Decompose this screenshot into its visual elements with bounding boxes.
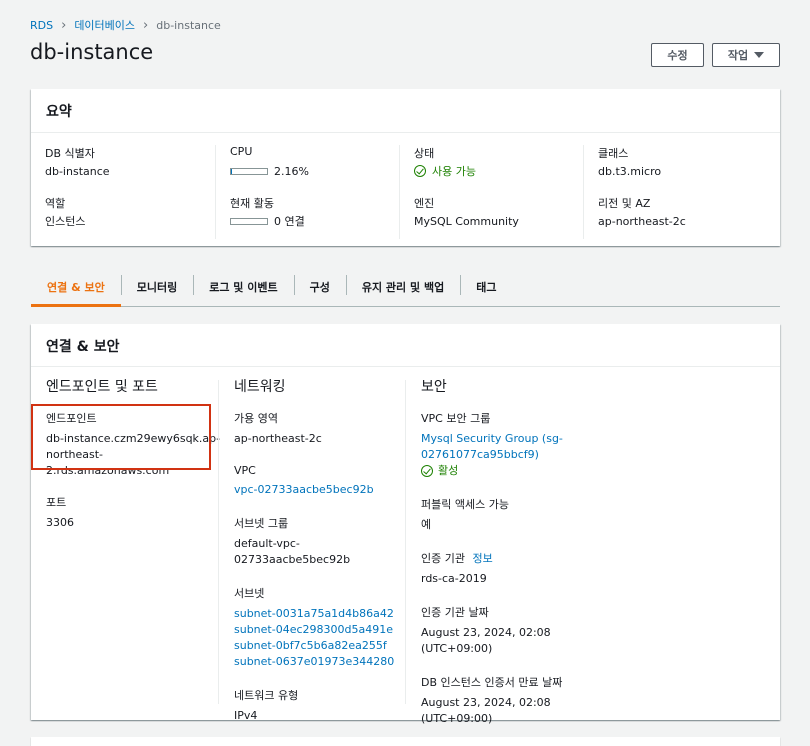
identifier-value: db-instance [45, 164, 110, 178]
breadcrumb-current: db-instance [156, 18, 221, 32]
cpu-label: CPU [230, 145, 253, 158]
next-panel [31, 737, 780, 746]
role-label: 역할 [45, 197, 66, 210]
summary-col-identifier: DB 식별자 db-instance 역할 인스턴스 [31, 145, 215, 239]
ca-label: 인증 기관 [421, 552, 465, 565]
subnets-list: subnet-0031a75a1d4b86a42 subnet-04ec2983… [234, 606, 399, 670]
networking-column-title: 네트워킹 [234, 379, 286, 395]
tab-maintenance-backup[interactable]: 유지 관리 및 백업 [345, 268, 460, 306]
ca-date-value: August 23, 2024, 02:08 (UTC+09:00) [421, 625, 601, 657]
activity-label: 현재 활동 [230, 197, 274, 210]
public-access-label: 퍼블릭 액세스 가능 [421, 498, 509, 511]
public-access-value: 예 [421, 518, 432, 531]
summary-col-cpu: CPU 2.16% 현재 활동 0 연결 [215, 145, 399, 239]
security-group-status: 활성 [438, 464, 459, 477]
security-column-title: 보안 [421, 379, 447, 395]
tab-configuration[interactable]: 구성 [293, 268, 346, 306]
vpc-link[interactable]: vpc-02733aacbe5bec92b [234, 483, 374, 496]
check-circle-icon [414, 165, 426, 177]
subnet-group-line-1: default-vpc- [234, 537, 300, 550]
port-value: 3306 [46, 516, 74, 529]
highlight-box [31, 404, 211, 470]
page-title: db-instance [30, 40, 154, 64]
activity-progress-bar [230, 217, 268, 225]
engine-label: 엔진 [414, 197, 435, 210]
status-value: 사용 가능 [432, 165, 476, 178]
cpu-progress-bar [230, 167, 268, 175]
ca-date-label: 인증 기관 날짜 [421, 606, 489, 619]
network-type-label: 네트워크 유형 [234, 689, 299, 702]
tab-bar: 연결 & 보안 모니터링 로그 및 이벤트 구성 유지 관리 및 백업 태그 [31, 268, 780, 307]
cpu-value: 2.16% [274, 164, 309, 178]
cert-expiry-value: August 23, 2024, 02:08 (UTC+09:00) [421, 695, 601, 727]
subnet-group-line-2: 02733aacbe5bec92b [234, 553, 351, 566]
region-value: ap-northeast-2c [598, 214, 686, 228]
check-circle-icon [421, 465, 433, 477]
engine-value: MySQL Community [414, 214, 519, 228]
tab-monitoring[interactable]: 모니터링 [120, 268, 193, 306]
ca-info-link[interactable]: 정보 [472, 552, 492, 565]
port-label: 포트 [46, 496, 67, 509]
endpoint-column: 엔드포인트 및 포트 엔드포인트 db-instance.czm29ewy6sq… [31, 376, 221, 548]
subnet-link[interactable]: subnet-0031a75a1d4b86a42 [234, 606, 399, 622]
subnet-link[interactable]: subnet-0637e01973e344280 [234, 654, 399, 670]
subnet-group-label: 서브넷 그룹 [234, 517, 289, 530]
actions-button[interactable]: 작업 [712, 43, 780, 67]
activity-value: 0 연결 [274, 215, 305, 228]
role-value: 인스턴스 [45, 215, 86, 228]
cpu-progress-fill [231, 168, 232, 174]
edit-button-label: 수정 [667, 49, 688, 62]
breadcrumb-databases[interactable]: 데이터베이스 [74, 17, 135, 33]
network-type-value: IPv4 [234, 709, 258, 722]
az-value: ap-northeast-2c [234, 432, 322, 445]
class-label: 클래스 [598, 147, 629, 160]
security-group-label: VPC 보안 그룹 [421, 412, 491, 425]
connectivity-header: 연결 & 보안 [31, 324, 780, 367]
subnet-link[interactable]: subnet-04ec298300d5a491e [234, 622, 399, 638]
subnets-label: 서브넷 [234, 587, 265, 600]
security-column: 보안 VPC 보안 그룹 Mysql Security Group (sg- 0… [421, 376, 601, 744]
subnet-group-value: default-vpc- 02733aacbe5bec92b [234, 536, 399, 568]
status-label: 상태 [414, 147, 435, 160]
column-divider [218, 380, 219, 704]
summary-panel: 요약 DB 식별자 db-instance 역할 인스턴스 CPU 2.16% … [31, 89, 780, 246]
cert-expiry-line-1: August 23, 2024, 02:08 [421, 696, 551, 709]
endpoint-column-title: 엔드포인트 및 포트 [46, 379, 158, 395]
security-group-link-line-2[interactable]: 02761077ca95bbcf9) [421, 447, 601, 463]
summary-col-class: 클래스 db.t3.micro 리전 및 AZ ap-northeast-2c [583, 145, 767, 239]
chevron-right-icon: › [61, 17, 67, 33]
chevron-right-icon: › [143, 17, 149, 33]
region-label: 리전 및 AZ [598, 197, 651, 210]
ca-value: rds-ca-2019 [421, 572, 487, 585]
connectivity-panel: 연결 & 보안 엔드포인트 및 포트 엔드포인트 db-instance.czm… [31, 324, 780, 725]
az-label: 가용 영역 [234, 412, 278, 425]
ca-date-line-1: August 23, 2024, 02:08 [421, 626, 551, 639]
column-divider [405, 380, 406, 704]
tab-logs-events[interactable]: 로그 및 이벤트 [193, 268, 293, 306]
cert-expiry-line-2: (UTC+09:00) [421, 712, 493, 725]
summary-header: 요약 [31, 89, 780, 133]
caret-down-icon [754, 52, 765, 58]
subnet-link[interactable]: subnet-0bf7c5b6a82ea255f [234, 638, 399, 654]
class-value: db.t3.micro [598, 164, 662, 178]
breadcrumb: RDS › 데이터베이스 › db-instance [30, 17, 221, 33]
breadcrumb-rds[interactable]: RDS [30, 19, 53, 32]
edit-button[interactable]: 수정 [651, 43, 704, 67]
tab-tags[interactable]: 태그 [460, 268, 512, 306]
summary-col-status: 상태 사용 가능 엔진 MySQL Community [399, 145, 583, 239]
ca-date-line-2: (UTC+09:00) [421, 642, 493, 655]
identifier-label: DB 식별자 [45, 147, 95, 160]
security-group-link-line-1[interactable]: Mysql Security Group (sg- [421, 431, 601, 447]
actions-button-label: 작업 [727, 49, 749, 62]
vpc-label: VPC [234, 464, 256, 477]
tab-connectivity[interactable]: 연결 & 보안 [31, 268, 121, 307]
cert-expiry-label: DB 인스턴스 인증서 만료 날짜 [421, 676, 563, 689]
networking-column: 네트워킹 가용 영역 ap-northeast-2c VPC vpc-02733… [234, 376, 399, 741]
